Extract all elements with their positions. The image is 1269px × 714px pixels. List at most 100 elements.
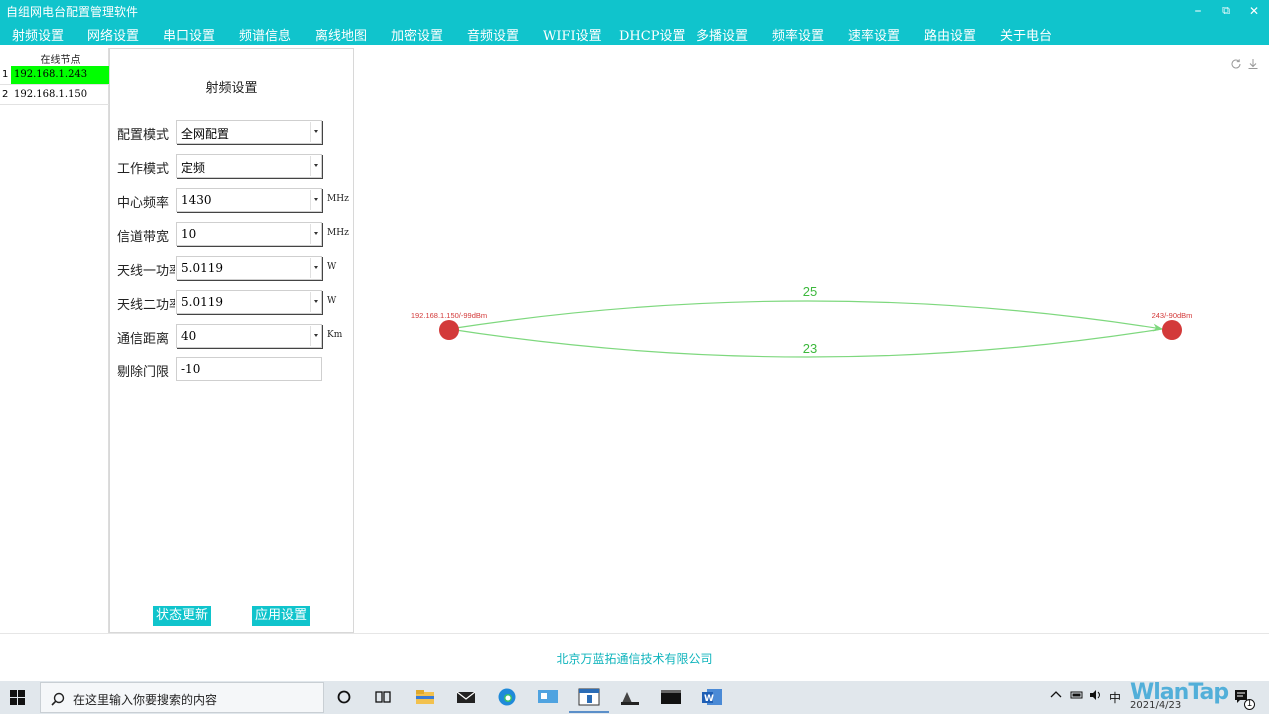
channel-bandwidth-select[interactable]: 10 <box>176 222 322 246</box>
search-icon <box>51 691 65 710</box>
terminal-icon[interactable] <box>660 687 682 707</box>
menu-offline-map[interactable]: 离线地图 <box>315 25 367 44</box>
menu-rate-settings[interactable]: 速率设置 <box>848 25 900 44</box>
mail-icon[interactable] <box>455 687 477 707</box>
close-button[interactable]: ✕ <box>1247 4 1261 18</box>
center-frequency-label: 中心频率 <box>117 196 170 211</box>
menu-spectrum-info[interactable]: 频谱信息 <box>239 25 291 44</box>
menu-serial-settings[interactable]: 串口设置 <box>163 25 215 44</box>
work-mode-label: 工作模式 <box>117 162 170 177</box>
radio-config-app-icon[interactable] <box>569 687 609 713</box>
menu-multicast-settings[interactable]: 多播设置 <box>696 25 748 44</box>
antenna1-power-select[interactable]: 5.0119 <box>176 256 322 280</box>
center-frequency-value: 1430 <box>181 193 212 207</box>
notification-count: 1 <box>1244 699 1255 710</box>
remote-desktop-icon[interactable] <box>537 687 559 707</box>
config-mode-row: 配置模式 全网配置 <box>110 120 353 144</box>
restore-button[interactable]: ⧉ <box>1219 4 1233 18</box>
antenna1-power-label: 天线一功率 <box>117 264 175 279</box>
config-mode-value: 全网配置 <box>181 127 230 141</box>
link-label: 25 <box>803 284 817 299</box>
chevron-down-icon[interactable] <box>310 326 320 346</box>
node-index: 1 <box>2 69 9 80</box>
footer: 北京万蓝拓通信技术有限公司 <box>0 633 1269 681</box>
node-label: 243/-90dBm <box>1152 311 1193 320</box>
menu-about-radio[interactable]: 关于电台 <box>1000 25 1052 44</box>
antenna2-power-value: 5.0119 <box>181 295 223 309</box>
battery-icon[interactable] <box>1070 689 1084 704</box>
edge-browser-icon[interactable] <box>496 687 518 707</box>
file-explorer-icon[interactable] <box>414 687 436 707</box>
taskbar-search-box[interactable]: 在这里输入你要搜索的内容 <box>40 682 324 713</box>
window-title: 自组网电台配置管理软件 <box>6 5 139 19</box>
chevron-down-icon[interactable] <box>310 292 320 312</box>
minimize-button[interactable]: – <box>1191 3 1205 19</box>
topology-node[interactable] <box>439 320 459 340</box>
reject-threshold-label: 剔除门限 <box>117 365 170 380</box>
antenna2-power-select[interactable]: 5.0119 <box>176 290 322 314</box>
task-view-icon[interactable] <box>373 687 395 707</box>
apply-settings-button[interactable]: 应用设置 <box>252 606 311 626</box>
center-frequency-select[interactable]: 1430 <box>176 188 322 212</box>
cortana-icon[interactable] <box>333 687 355 707</box>
ime-indicator[interactable]: 中 <box>1109 689 1121 706</box>
menu-wifi-settings[interactable]: WIFI设置 <box>543 25 602 44</box>
work-mode-select[interactable]: 定频 <box>176 154 322 178</box>
status-update-button[interactable]: 状态更新 <box>153 606 212 626</box>
topology-graph: 25 23 192.168.1.150/-99dBm 243/-90dBm <box>411 284 1193 358</box>
app-window: 自组网电台配置管理软件 – ⧉ ✕ 射频设置 网络设置 串口设置 频谱信息 离线… <box>0 0 1269 681</box>
windows-start-icon[interactable] <box>10 690 26 710</box>
link-label: 23 <box>803 341 817 356</box>
volume-icon[interactable] <box>1089 689 1103 704</box>
chevron-down-icon[interactable] <box>310 224 320 244</box>
network-tool-icon[interactable] <box>619 687 641 707</box>
work-mode-row: 工作模式 定频 <box>110 154 353 178</box>
rf-settings-panel: 射频设置 配置模式 全网配置 工作模式 定频 中心频率 1430 MHz 信道带… <box>109 48 354 633</box>
menu-frequency-settings[interactable]: 频率设置 <box>772 25 824 44</box>
node-ip: 192.168.1.150 <box>14 89 88 100</box>
antenna2-power-row: 天线二功率 5.0119 W <box>110 290 353 314</box>
menu-rf-settings[interactable]: 射频设置 <box>12 25 64 44</box>
taskbar: 在这里输入你要搜索的内容 W 中 1 <box>0 681 1269 714</box>
company-name: 北京万蓝拓通信技术有限公司 <box>556 652 713 666</box>
channel-bandwidth-row: 信道带宽 10 MHz <box>110 222 353 246</box>
chevron-down-icon[interactable] <box>310 190 320 210</box>
center-frequency-row: 中心频率 1430 MHz <box>110 188 353 212</box>
antenna1-power-unit: W <box>327 262 337 272</box>
menu-network-settings[interactable]: 网络设置 <box>87 25 139 44</box>
chevron-down-icon[interactable] <box>310 122 320 142</box>
node-row[interactable]: 2 192.168.1.150 <box>0 86 109 105</box>
chevron-up-icon[interactable] <box>1050 689 1062 704</box>
reject-threshold-input[interactable]: -10 <box>176 357 322 381</box>
config-mode-label: 配置模式 <box>117 128 170 143</box>
config-mode-select[interactable]: 全网配置 <box>176 120 322 144</box>
reject-threshold-value: -10 <box>181 362 201 376</box>
link-line <box>448 300 1163 332</box>
topology-node[interactable] <box>1162 320 1182 340</box>
antenna1-power-row: 天线一功率 5.0119 W <box>110 256 353 280</box>
chevron-down-icon[interactable] <box>310 156 320 176</box>
word-icon[interactable]: W <box>701 687 723 707</box>
menu-routing-settings[interactable]: 路由设置 <box>924 25 976 44</box>
chevron-down-icon[interactable] <box>310 258 320 278</box>
comm-distance-select[interactable]: 40 <box>176 324 322 348</box>
window-controls: – ⧉ ✕ <box>1191 0 1261 22</box>
node-list-header: 在线节点 <box>40 55 81 66</box>
node-label: 192.168.1.150/-99dBm <box>411 311 487 320</box>
antenna1-power-value: 5.0119 <box>181 261 223 275</box>
menu-audio-settings[interactable]: 音频设置 <box>467 25 519 44</box>
antenna2-power-label: 天线二功率 <box>117 298 175 313</box>
search-placeholder: 在这里输入你要搜索的内容 <box>73 693 218 707</box>
node-index: 2 <box>2 89 9 100</box>
comm-distance-unit: Km <box>327 330 343 340</box>
node-row[interactable]: 1 192.168.1.243 <box>0 66 109 85</box>
menu-encryption-settings[interactable]: 加密设置 <box>391 25 443 44</box>
antenna2-power-unit: W <box>327 296 337 306</box>
work-mode-value: 定频 <box>181 161 206 175</box>
menu-dhcp-settings[interactable]: DHCP设置 <box>619 25 685 44</box>
topology-canvas[interactable]: 25 23 192.168.1.150/-99dBm 243/-90dBm <box>354 45 1269 633</box>
comm-distance-value: 40 <box>181 329 197 343</box>
comm-distance-label: 通信距离 <box>117 332 170 347</box>
svg-text:W: W <box>704 694 714 704</box>
comm-distance-row: 通信距离 40 Km <box>110 324 353 348</box>
